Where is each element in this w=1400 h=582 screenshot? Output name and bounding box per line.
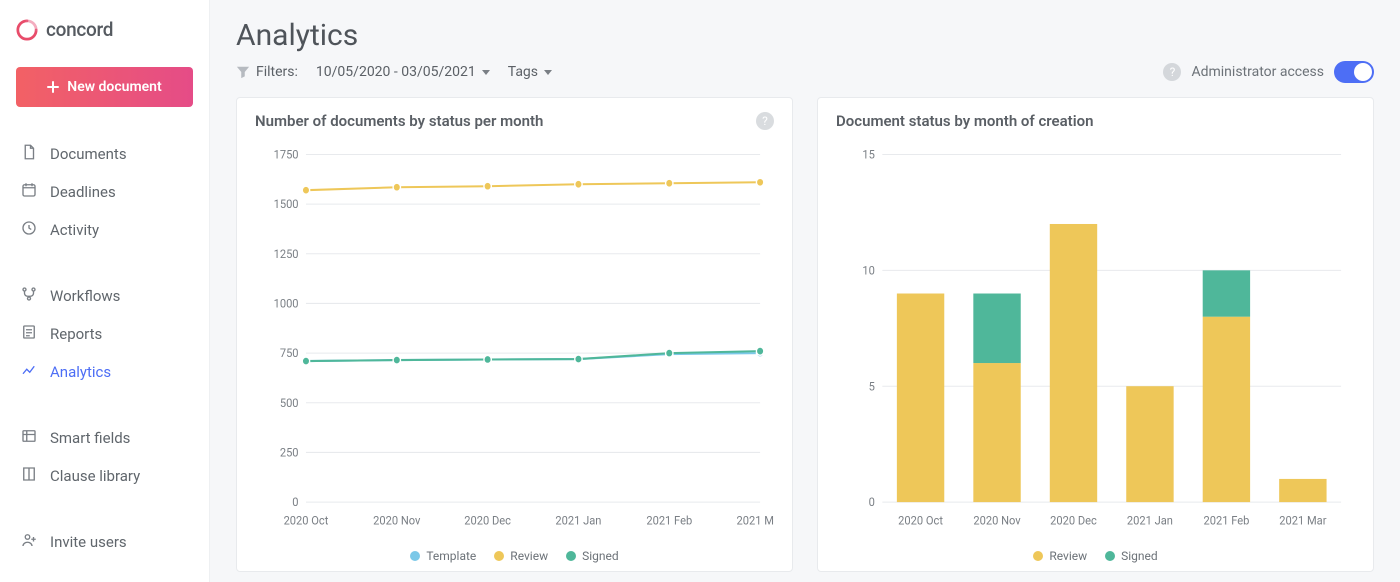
line-chart: 0 250 500 750 1000 1250 1500 1750 2020 Oct 2020 N… <box>255 134 774 543</box>
bar-chart: 0 5 10 15 2020 Oct 2020 Nov 2020 Dec 2021 Jan 20… <box>836 134 1355 543</box>
sidebar-item-analytics[interactable]: Analytics <box>16 353 193 391</box>
svg-text:1750: 1750 <box>274 147 299 162</box>
sidebar-item-clause-library[interactable]: Clause library <box>16 457 193 495</box>
fields-icon <box>20 427 38 449</box>
library-icon <box>20 465 38 487</box>
sidebar-item-label: Deadlines <box>50 183 116 201</box>
filter-icon <box>236 65 250 79</box>
legend-item: Template <box>410 549 476 563</box>
filters-label: Filters: <box>256 64 298 80</box>
legend-dot-icon <box>410 551 420 561</box>
svg-text:15: 15 <box>862 147 875 162</box>
sidebar-item-label: Workflows <box>50 287 120 305</box>
svg-text:750: 750 <box>280 346 299 361</box>
svg-text:500: 500 <box>280 395 299 410</box>
svg-text:250: 250 <box>280 445 299 460</box>
filters-label-group: Filters: <box>236 64 298 80</box>
sidebar-item-label: Reports <box>50 325 102 343</box>
sidebar-item-label: Clause library <box>50 467 140 485</box>
sidebar-item-activity[interactable]: Activity <box>16 211 193 249</box>
card2-title: Document status by month of creation <box>836 112 1094 130</box>
legend-item: Review <box>494 549 548 563</box>
sidebar-item-workflows[interactable]: Workflows <box>16 277 193 315</box>
svg-text:2021 Jan: 2021 Jan <box>1127 513 1173 528</box>
chart-icon <box>20 361 38 383</box>
svg-text:1000: 1000 <box>274 296 299 311</box>
legend-label: Signed <box>1121 549 1158 563</box>
sidebar: concord New document Documents Deadlines A… <box>0 0 210 582</box>
line-chart-legend: Template Review Signed <box>255 543 774 565</box>
svg-text:2020 Dec: 2020 Dec <box>1050 513 1097 528</box>
svg-text:2021 Feb: 2021 Feb <box>1203 513 1249 528</box>
file-icon <box>20 143 38 165</box>
sidebar-item-label: Smart fields <box>50 429 130 447</box>
chevron-down-icon <box>482 70 490 75</box>
plus-icon <box>47 81 59 93</box>
svg-text:2021 Mar: 2021 Mar <box>1279 513 1326 528</box>
help-icon[interactable]: ? <box>1163 63 1181 81</box>
legend-label: Review <box>510 549 548 563</box>
legend-dot-icon <box>1105 551 1115 561</box>
sidebar-item-label: Documents <box>50 145 127 163</box>
svg-text:2020 Oct: 2020 Oct <box>898 513 943 528</box>
clock-icon <box>20 219 38 241</box>
legend-label: Review <box>1049 549 1087 563</box>
svg-text:2020 Oct: 2020 Oct <box>284 513 329 528</box>
sidebar-item-reports[interactable]: Reports <box>16 315 193 353</box>
svg-text:2021 Mar: 2021 Mar <box>736 513 774 528</box>
sidebar-item-label: Invite users <box>50 533 127 551</box>
date-range-filter[interactable]: 10/05/2020 - 03/05/2021 <box>316 64 490 80</box>
legend-dot-icon <box>566 551 576 561</box>
sidebar-item-deadlines[interactable]: Deadlines <box>16 173 193 211</box>
add-user-icon <box>20 531 38 553</box>
admin-access-group: ? Administrator access <box>1163 61 1374 83</box>
svg-text:2021 Jan: 2021 Jan <box>555 513 601 528</box>
admin-access-toggle[interactable] <box>1334 61 1374 83</box>
bar-chart-legend: Review Signed <box>836 543 1355 565</box>
legend-dot-icon <box>494 551 504 561</box>
svg-text:2020 Nov: 2020 Nov <box>973 513 1021 528</box>
tags-label: Tags <box>508 64 538 80</box>
legend-item: Signed <box>1105 549 1158 563</box>
legend-label: Signed <box>582 549 619 563</box>
branch-icon <box>20 285 38 307</box>
svg-text:1250: 1250 <box>274 246 299 261</box>
svg-text:2020 Dec: 2020 Dec <box>464 513 511 528</box>
legend-dot-icon <box>1033 551 1043 561</box>
card-bar-chart: Document status by month of creation 0 5 1… <box>817 97 1374 572</box>
svg-text:0: 0 <box>292 495 298 510</box>
brand-name: concord <box>46 18 113 41</box>
date-range-value: 10/05/2020 - 03/05/2021 <box>316 64 476 80</box>
concord-logo-icon <box>16 19 38 41</box>
sidebar-item-smart-fields[interactable]: Smart fields <box>16 419 193 457</box>
tags-filter[interactable]: Tags <box>508 64 552 80</box>
card1-title: Number of documents by status per month <box>255 112 543 130</box>
new-document-label: New document <box>67 79 161 95</box>
card-line-chart: Number of documents by status per month … <box>236 97 793 572</box>
svg-text:5: 5 <box>869 379 876 394</box>
page-title: Analytics <box>236 18 1374 53</box>
brand-logo: concord <box>16 18 193 41</box>
new-document-button[interactable]: New document <box>16 67 193 107</box>
legend-item: Review <box>1033 549 1087 563</box>
sidebar-item-documents[interactable]: Documents <box>16 135 193 173</box>
legend-item: Signed <box>566 549 619 563</box>
legend-label: Template <box>426 549 476 563</box>
sidebar-item-label: Activity <box>50 221 99 239</box>
calendar-icon <box>20 181 38 203</box>
sidebar-item-label: Analytics <box>50 363 111 381</box>
main: Analytics Filters: 10/05/2020 - 03/05/20… <box>210 0 1400 582</box>
report-icon <box>20 323 38 345</box>
svg-text:2020 Nov: 2020 Nov <box>373 513 421 528</box>
svg-text:1500: 1500 <box>274 197 299 212</box>
svg-text:2021 Feb: 2021 Feb <box>646 513 692 528</box>
svg-text:0: 0 <box>869 495 875 510</box>
sidebar-item-invite-users[interactable]: Invite users <box>16 523 193 561</box>
chevron-down-icon <box>544 70 552 75</box>
admin-access-label: Administrator access <box>1191 64 1324 80</box>
help-icon[interactable]: ? <box>756 112 774 130</box>
filter-bar: Filters: 10/05/2020 - 03/05/2021 Tags ? … <box>236 61 1374 83</box>
svg-text:10: 10 <box>862 263 874 278</box>
cards-row: Number of documents by status per month … <box>236 97 1374 572</box>
